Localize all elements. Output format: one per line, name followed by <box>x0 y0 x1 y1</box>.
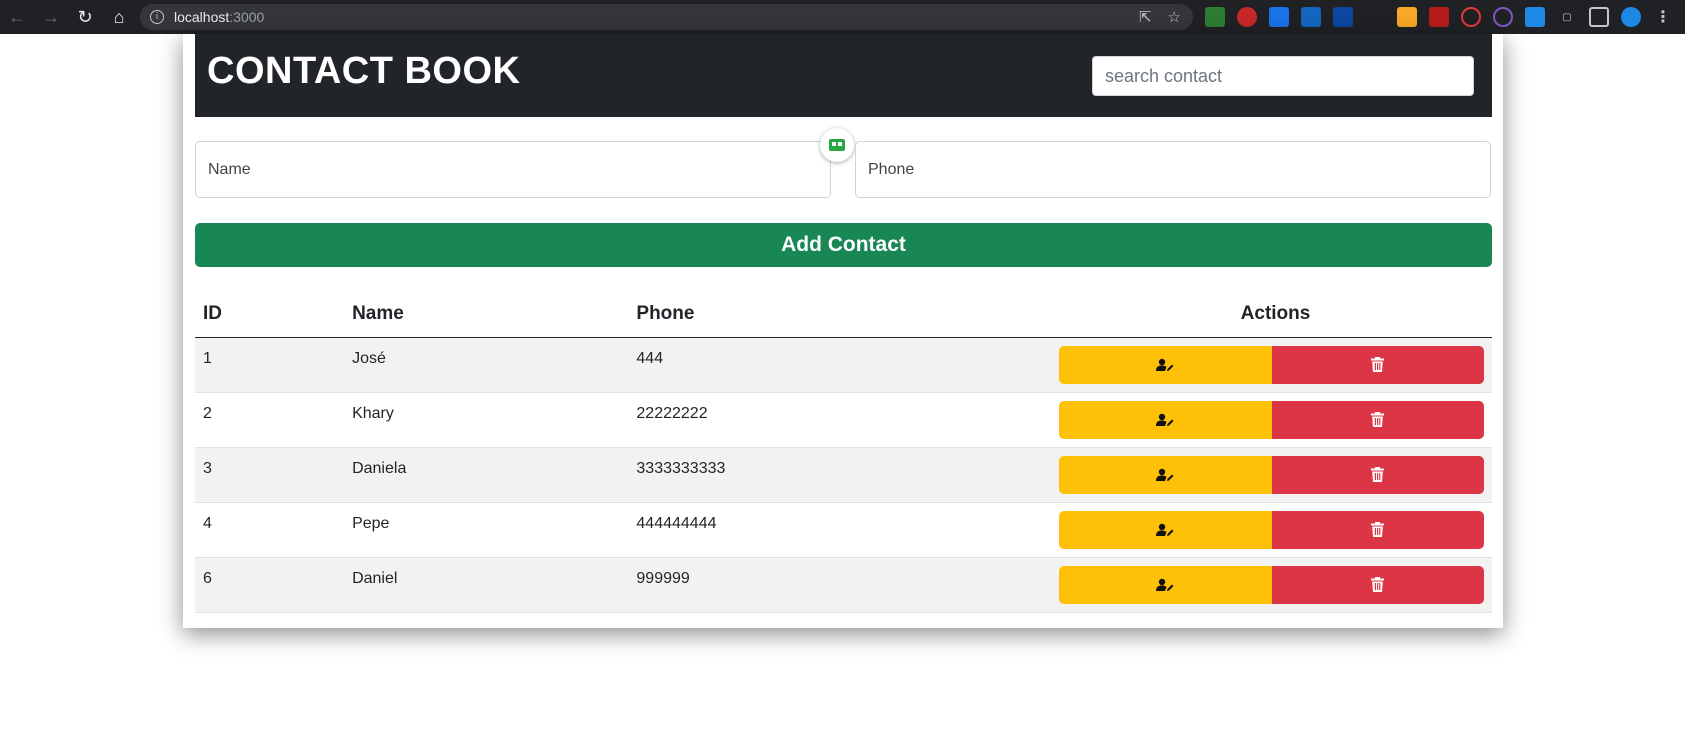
trash-icon <box>1371 522 1385 537</box>
user-pen-icon <box>1156 413 1174 426</box>
cell-actions <box>1051 502 1492 558</box>
extension-mk-icon[interactable] <box>1301 7 1321 27</box>
cell-actions <box>1051 447 1492 503</box>
table-row: 6 Daniel 999999 <box>195 557 1492 613</box>
cell-actions <box>1051 557 1492 613</box>
extension-blocker-icon[interactable] <box>1461 7 1481 27</box>
phone-field[interactable] <box>855 141 1491 198</box>
user-pen-icon <box>1156 578 1174 591</box>
cell-id: 1 <box>195 337 345 393</box>
extension-bot-icon[interactable] <box>1205 7 1225 27</box>
edit-contact-button[interactable] <box>1059 345 1272 384</box>
delete-contact-button[interactable] <box>1271 565 1484 604</box>
cell-actions <box>1051 337 1492 393</box>
extension-note-icon[interactable] <box>1397 7 1417 27</box>
extension-circle-icon[interactable] <box>1493 7 1513 27</box>
trash-icon <box>1371 467 1385 482</box>
search-input[interactable] <box>1092 56 1474 96</box>
name-field[interactable] <box>195 141 831 198</box>
extensions-tray: ▢ ⋮ <box>1205 7 1673 27</box>
url-host: localhost <box>174 9 230 25</box>
trash-icon <box>1371 357 1385 372</box>
back-icon[interactable]: ← <box>0 0 34 34</box>
app-title: CONTACT BOOK <box>207 50 521 92</box>
cell-id: 2 <box>195 392 345 448</box>
site-info-icon[interactable]: i <box>150 10 164 24</box>
cell-id: 6 <box>195 557 345 613</box>
header-name: Name <box>344 291 629 338</box>
user-pen-icon <box>1156 468 1174 481</box>
header-id: ID <box>195 291 345 338</box>
extension-translate-icon[interactable] <box>1269 7 1289 27</box>
cell-name: Daniel <box>344 557 629 613</box>
cell-name: Pepe <box>344 502 629 558</box>
user-pen-icon <box>1156 523 1174 536</box>
edit-contact-button[interactable] <box>1059 400 1272 439</box>
contact-card: CONTACT BOOK Add Contact ID Name Phone A… <box>183 34 1503 628</box>
delete-contact-button[interactable] <box>1271 400 1484 439</box>
cell-actions <box>1051 392 1492 448</box>
reload-icon[interactable]: ↻ <box>68 0 102 34</box>
extension-fx-icon[interactable] <box>1365 7 1385 27</box>
contacts-table-body: 1 José 444 2 Khary 22222222 3 Daniela 33… <box>195 337 1492 613</box>
cell-name: Khary <box>344 392 629 448</box>
table-row: 3 Daniela 3333333333 <box>195 447 1492 503</box>
edit-contact-button[interactable] <box>1059 565 1272 604</box>
extension-m-icon[interactable] <box>1333 7 1353 27</box>
header-phone: Phone <box>628 291 1051 338</box>
edit-contact-button[interactable] <box>1059 510 1272 549</box>
cell-id: 3 <box>195 447 345 503</box>
address-bar[interactable]: i localhost:3000 ⇱ ☆ <box>140 4 1193 30</box>
url-port: :3000 <box>229 9 265 25</box>
share-icon[interactable]: ⇱ <box>1139 8 1152 26</box>
side-panel-icon[interactable] <box>1589 7 1609 27</box>
extension-scraper-icon[interactable] <box>1429 7 1449 27</box>
delete-contact-button[interactable] <box>1271 345 1484 384</box>
cell-phone: 444 <box>628 337 1051 393</box>
bookmark-star-icon[interactable]: ☆ <box>1168 8 1181 26</box>
add-contact-button[interactable]: Add Contact <box>195 223 1492 267</box>
app-navbar: CONTACT BOOK <box>195 34 1492 117</box>
table-row: 2 Khary 22222222 <box>195 392 1492 448</box>
user-pen-icon <box>1156 358 1174 371</box>
profile-avatar-icon[interactable] <box>1621 7 1641 27</box>
header-actions: Actions <box>1051 291 1492 338</box>
table-header-row: ID Name Phone Actions <box>195 291 1492 338</box>
cell-name: Daniela <box>344 447 629 503</box>
delete-contact-button[interactable] <box>1271 510 1484 549</box>
table-row: 4 Pepe 444444444 <box>195 502 1492 558</box>
cell-id: 4 <box>195 502 345 558</box>
forward-icon[interactable]: → <box>34 0 68 34</box>
trash-icon <box>1371 412 1385 427</box>
browser-toolbar: ← → ↻ ⌂ i localhost:3000 ⇱ ☆ ▢ ⋮ <box>0 0 1685 34</box>
extension-bot-icon[interactable] <box>820 128 854 162</box>
contacts-table: ID Name Phone Actions 1 José 444 2 Khary… <box>195 291 1492 613</box>
trash-icon <box>1371 577 1385 592</box>
delete-contact-button[interactable] <box>1271 455 1484 494</box>
table-row: 1 José 444 <box>195 337 1492 393</box>
page-body: CONTACT BOOK Add Contact ID Name Phone A… <box>0 34 1685 752</box>
cell-phone: 22222222 <box>628 392 1051 448</box>
cell-phone: 444444444 <box>628 502 1051 558</box>
edit-contact-button[interactable] <box>1059 455 1272 494</box>
cell-phone: 999999 <box>628 557 1051 613</box>
cell-phone: 3333333333 <box>628 447 1051 503</box>
home-icon[interactable]: ⌂ <box>102 0 136 34</box>
extension-devtools-icon[interactable] <box>1525 7 1545 27</box>
extensions-puzzle-icon[interactable]: ▢ <box>1557 7 1577 27</box>
extension-shield-icon[interactable] <box>1237 7 1257 27</box>
cell-name: José <box>344 337 629 393</box>
browser-menu-icon[interactable]: ⋮ <box>1653 7 1673 27</box>
